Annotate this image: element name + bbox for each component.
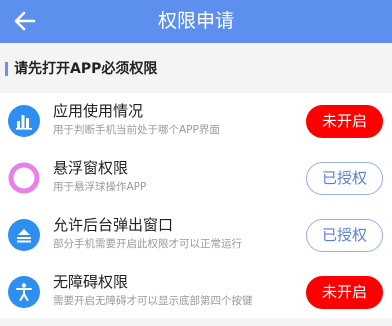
top-app-bar: 权限申请 [0,0,392,43]
accessibility-icon [8,276,40,308]
permission-description: 用于悬浮球操作APP [53,181,147,193]
permission-description: 用于判断手机当前处于哪个APP界面 [53,124,220,136]
popup-window-icon [8,219,40,251]
permission-title: 允许后台弹出窗口 [53,216,174,234]
permission-row-usage: 应用使用情况 用于判断手机当前处于哪个APP界面 未开启 [0,93,392,150]
permission-request-screen: 权限申请 请先打开APP必须权限 应用使用情况 用于判断手机当前处于哪个APP界… [0,0,392,326]
permission-title: 悬浮窗权限 [53,159,129,177]
permission-list: 应用使用情况 用于判断手机当前处于哪个APP界面 未开启 悬浮窗权限 用于悬浮球… [0,93,392,321]
background-popup-granted-button[interactable]: 已授权 [306,219,383,252]
floating-ball-icon [8,162,40,194]
permission-title: 无障碍权限 [53,273,129,291]
bar-chart-icon [8,105,40,137]
section-header: 请先打开APP必须权限 [0,43,392,93]
section-accent-bar [5,62,8,76]
page-title: 权限申请 [157,10,234,32]
permission-description: 需要开启无障碍才可以显示底部第四个按键 [53,295,253,307]
section-title: 请先打开APP必须权限 [14,61,158,77]
permission-description: 部分手机需要开启此权限才可以正常运行 [53,238,242,250]
permission-title: 应用使用情况 [53,102,144,120]
overlay-granted-button[interactable]: 已授权 [306,162,383,195]
permission-row-overlay: 悬浮窗权限 用于悬浮球操作APP 已授权 [0,150,392,207]
bottom-spacer [0,318,392,326]
permission-row-background-popup: 允许后台弹出窗口 部分手机需要开启此权限才可以正常运行 已授权 [0,207,392,264]
enable-usage-button[interactable]: 未开启 [306,105,383,138]
permission-row-accessibility: 无障碍权限 需要开启无障碍才可以显示底部第四个按键 未开启 [0,264,392,321]
enable-accessibility-button[interactable]: 未开启 [306,276,383,309]
